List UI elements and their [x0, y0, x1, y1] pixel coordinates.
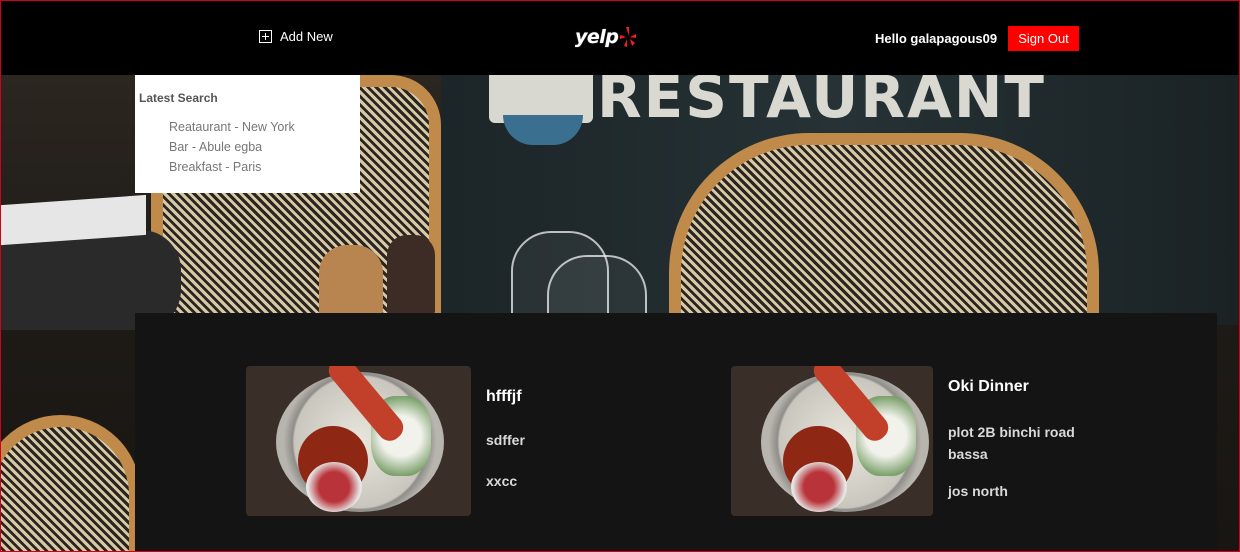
restaurant-city: jos north	[948, 483, 1008, 499]
thumbnail-bowl	[306, 462, 362, 512]
restaurant-thumbnail[interactable]	[731, 366, 933, 516]
restaurant-card[interactable]: Oki Dinner plot 2B binchi road bassa jos…	[731, 366, 1151, 516]
add-new-label: Add New	[280, 29, 333, 44]
hero-salt-shaker	[319, 245, 383, 315]
results-panel: hfffjf sdffer xxcc Oki Dinner plot 2B bi…	[135, 313, 1217, 551]
restaurant-card[interactable]: hfffjf sdffer xxcc	[246, 366, 666, 516]
restaurant-city: xxcc	[486, 473, 518, 489]
hero-chair-bottom	[1, 415, 141, 551]
latest-search-item[interactable]: Breakfast - Paris	[169, 160, 295, 180]
yelp-logo[interactable]: yelp	[575, 23, 637, 51]
latest-search-item[interactable]: Bar - Abule egba	[169, 140, 295, 160]
user-greeting: Hello galapagous09	[875, 31, 998, 46]
yelp-burst-icon	[620, 27, 637, 47]
yelp-logo-text: yelp	[575, 26, 619, 48]
hero-restaurant-sign: RESTAURANT	[597, 75, 1046, 131]
restaurant-address: plot 2B binchi road bassa	[948, 424, 1075, 462]
restaurant-address: sdffer	[486, 432, 525, 448]
add-new-button[interactable]: Add New	[259, 29, 333, 44]
plus-square-icon	[259, 30, 272, 43]
thumbnail-bowl	[791, 462, 847, 512]
latest-search-title: Latest Search	[139, 91, 218, 105]
app-frame: RESTAURANT Add New yelp Hello galapagous…	[0, 0, 1240, 552]
latest-search-dropdown: Latest Search Reataurant - New York Bar …	[135, 75, 360, 193]
latest-search-list: Reataurant - New York Bar - Abule egba B…	[169, 120, 295, 180]
latest-search-item[interactable]: Reataurant - New York	[169, 120, 295, 140]
restaurant-name[interactable]: Oki Dinner	[948, 378, 1029, 396]
hero-pepper-mill	[387, 235, 435, 315]
top-navbar: Add New yelp Hello galapagous09 Sign Out	[1, 1, 1239, 75]
sign-out-button[interactable]: Sign Out	[1008, 26, 1079, 51]
restaurant-thumbnail[interactable]	[246, 366, 471, 516]
restaurant-name[interactable]: hfffjf	[486, 388, 522, 406]
